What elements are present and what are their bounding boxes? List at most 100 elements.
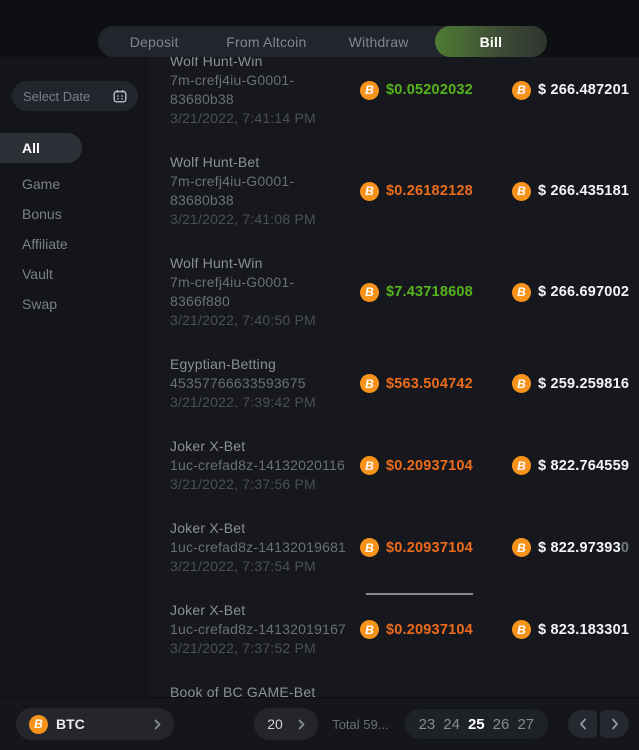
bitcoin-icon: B xyxy=(360,620,379,639)
page-number-label: 26 xyxy=(493,716,510,733)
transaction-title: Egyptian-Betting xyxy=(170,355,360,374)
transaction-balance-group: B $ 823.183301 xyxy=(512,620,629,639)
currency-label: BTC xyxy=(56,716,85,732)
transaction-title: Book of BC GAME-Bet xyxy=(170,683,360,697)
page-number[interactable]: 24 xyxy=(443,716,460,733)
select-date-label: Select Date xyxy=(23,89,90,104)
transaction-row[interactable]: Egyptian-Betting 45357766633593675 3/21/… xyxy=(150,355,639,412)
bitcoin-icon: B xyxy=(360,374,379,393)
transaction-id: 7m-crefj4iu-G0001- 8366f880 xyxy=(170,273,360,311)
transaction-row[interactable]: Joker X-Bet 1uc-crefad8z-14132019681 3/2… xyxy=(150,519,639,576)
bitcoin-icon: B xyxy=(512,182,531,201)
filter-item[interactable]: Game xyxy=(0,174,150,193)
transaction-amount-group: B $0.20937104 xyxy=(360,456,512,475)
bitcoin-icon: B xyxy=(512,620,531,639)
sidebar: Select Date All Game xyxy=(0,57,150,697)
transaction-balance-group: B $ 266.487201 xyxy=(512,81,629,100)
page-number[interactable]: 27 xyxy=(517,716,534,733)
transaction-balance: $ 823.183301 xyxy=(538,622,629,638)
transaction-tabbar: Deposit From Altcoin Withdraw Bill xyxy=(98,26,547,57)
filter-label: All xyxy=(22,140,40,156)
page-number[interactable]: 26 xyxy=(493,716,510,733)
transaction-timestamp: 3/21/2022, 7:37:54 PM xyxy=(170,557,360,576)
total-count: Total 59... xyxy=(332,717,388,732)
transaction-info: Wolf Hunt-Bet 7m-crefj4iu-G0001- 83680b3… xyxy=(170,153,360,229)
content-area: Select Date All Game xyxy=(0,57,639,697)
transaction-info: Joker X-Bet 1uc-crefad8z-14132019167 3/2… xyxy=(170,601,360,658)
transaction-amount: $0.20937104 xyxy=(386,622,473,638)
transaction-title: Wolf Hunt-Win xyxy=(170,57,360,71)
transaction-id: 1uc-crefad8z-14132019681 xyxy=(170,538,360,557)
transaction-id: 45357766633593675 xyxy=(170,374,360,393)
transaction-amount: $0.20937104 xyxy=(386,540,473,556)
pagination: 23 24 25 26 27 xyxy=(405,709,548,739)
next-page-button[interactable] xyxy=(600,710,629,738)
pagination-nav xyxy=(568,710,629,738)
transaction-timestamp: 3/21/2022, 7:41:14 PM xyxy=(170,109,360,128)
currency-selector[interactable]: B BTC xyxy=(16,708,174,740)
prev-page-button[interactable] xyxy=(568,710,597,738)
transaction-row[interactable]: Wolf Hunt-Bet 7m-crefj4iu-G0001- 83680b3… xyxy=(150,153,639,229)
transaction-amount-group: B $7.43718608 xyxy=(360,283,512,302)
transaction-row[interactable]: Book of BC GAME-Bet B B xyxy=(150,683,639,697)
select-date-button[interactable]: Select Date xyxy=(12,81,138,111)
transaction-timestamp: 3/21/2022, 7:37:52 PM xyxy=(170,639,360,658)
transaction-amount-group: B $0.20937104 xyxy=(360,620,512,639)
bitcoin-icon: B xyxy=(360,182,379,201)
transaction-row[interactable]: Joker X-Bet 1uc-crefad8z-14132019167 3/2… xyxy=(150,601,639,658)
tab-label: Deposit xyxy=(130,34,179,50)
tab[interactable]: Withdraw xyxy=(323,26,435,57)
bill-screen: Deposit From Altcoin Withdraw Bill Selec… xyxy=(0,0,639,750)
balance-dim-digit: 0 xyxy=(621,540,629,556)
filter-item[interactable]: All xyxy=(0,133,82,163)
transaction-balance-group: B $ 266.697002 xyxy=(512,283,629,302)
page-number-label: 27 xyxy=(517,716,534,733)
page-number-label: 23 xyxy=(419,716,436,733)
page-size-selector[interactable]: 20 xyxy=(254,708,318,740)
transaction-amount: $563.504742 xyxy=(386,376,473,392)
bitcoin-icon: B xyxy=(360,538,379,557)
transaction-info: Joker X-Bet 1uc-crefad8z-14132020116 3/2… xyxy=(170,437,360,494)
bitcoin-icon: B xyxy=(512,456,531,475)
transaction-balance-group: B $ 259.259816 xyxy=(512,374,629,393)
filter-item[interactable]: Swap xyxy=(0,294,150,313)
transaction-title: Wolf Hunt-Win xyxy=(170,254,360,273)
filter-label: Affiliate xyxy=(22,236,68,252)
page-number[interactable]: 25 xyxy=(468,716,485,733)
tab-label: From Altcoin xyxy=(226,34,306,50)
bitcoin-icon: B xyxy=(512,283,531,302)
tab[interactable]: Deposit xyxy=(98,26,210,57)
calendar-icon xyxy=(113,89,127,103)
bitcoin-icon: B xyxy=(29,715,48,734)
transaction-row[interactable]: Joker X-Bet 1uc-crefad8z-14132020116 3/2… xyxy=(150,437,639,494)
page-size-value: 20 xyxy=(267,716,283,732)
transaction-title: Joker X-Bet xyxy=(170,601,360,620)
bitcoin-icon: B xyxy=(360,81,379,100)
transaction-timestamp: 3/21/2022, 7:37:56 PM xyxy=(170,475,360,494)
bitcoin-icon: B xyxy=(512,538,531,557)
transaction-title: Wolf Hunt-Bet xyxy=(170,153,360,172)
transaction-title: Joker X-Bet xyxy=(170,437,360,456)
footer-bar: B BTC 20 Total 59... 23 24 25 26 xyxy=(0,697,639,750)
bitcoin-icon: B xyxy=(512,81,531,100)
transaction-id: 1uc-crefad8z-14132019167 xyxy=(170,620,360,639)
bitcoin-icon: B xyxy=(512,374,531,393)
transaction-id: 7m-crefj4iu-G0001- 83680b38 xyxy=(170,172,360,210)
chevron-right-icon xyxy=(154,719,161,730)
transaction-amount-group: B $0.26182128 xyxy=(360,182,512,201)
transaction-info: Book of BC GAME-Bet xyxy=(170,683,360,697)
page-number[interactable]: 23 xyxy=(419,716,436,733)
filter-item[interactable]: Affiliate xyxy=(0,234,150,253)
filter-item[interactable]: Vault xyxy=(0,264,150,283)
bitcoin-icon: B xyxy=(360,283,379,302)
transaction-info: Joker X-Bet 1uc-crefad8z-14132019681 3/2… xyxy=(170,519,360,576)
transaction-balance-group: B $ 822.973930 xyxy=(512,538,629,557)
transaction-id: 1uc-crefad8z-14132020116 xyxy=(170,456,360,475)
transaction-row[interactable]: Wolf Hunt-Win 7m-crefj4iu-G0001- 8366f88… xyxy=(150,254,639,330)
transaction-row[interactable]: Wolf Hunt-Win 7m-crefj4iu-G0001- 83680b3… xyxy=(150,57,639,128)
tab[interactable]: From Altcoin xyxy=(210,26,322,57)
transaction-balance: $ 266.435181 xyxy=(538,183,629,199)
transaction-balance: $ 266.697002 xyxy=(538,284,629,300)
filter-item[interactable]: Bonus xyxy=(0,204,150,223)
tab[interactable]: Bill xyxy=(435,26,547,57)
